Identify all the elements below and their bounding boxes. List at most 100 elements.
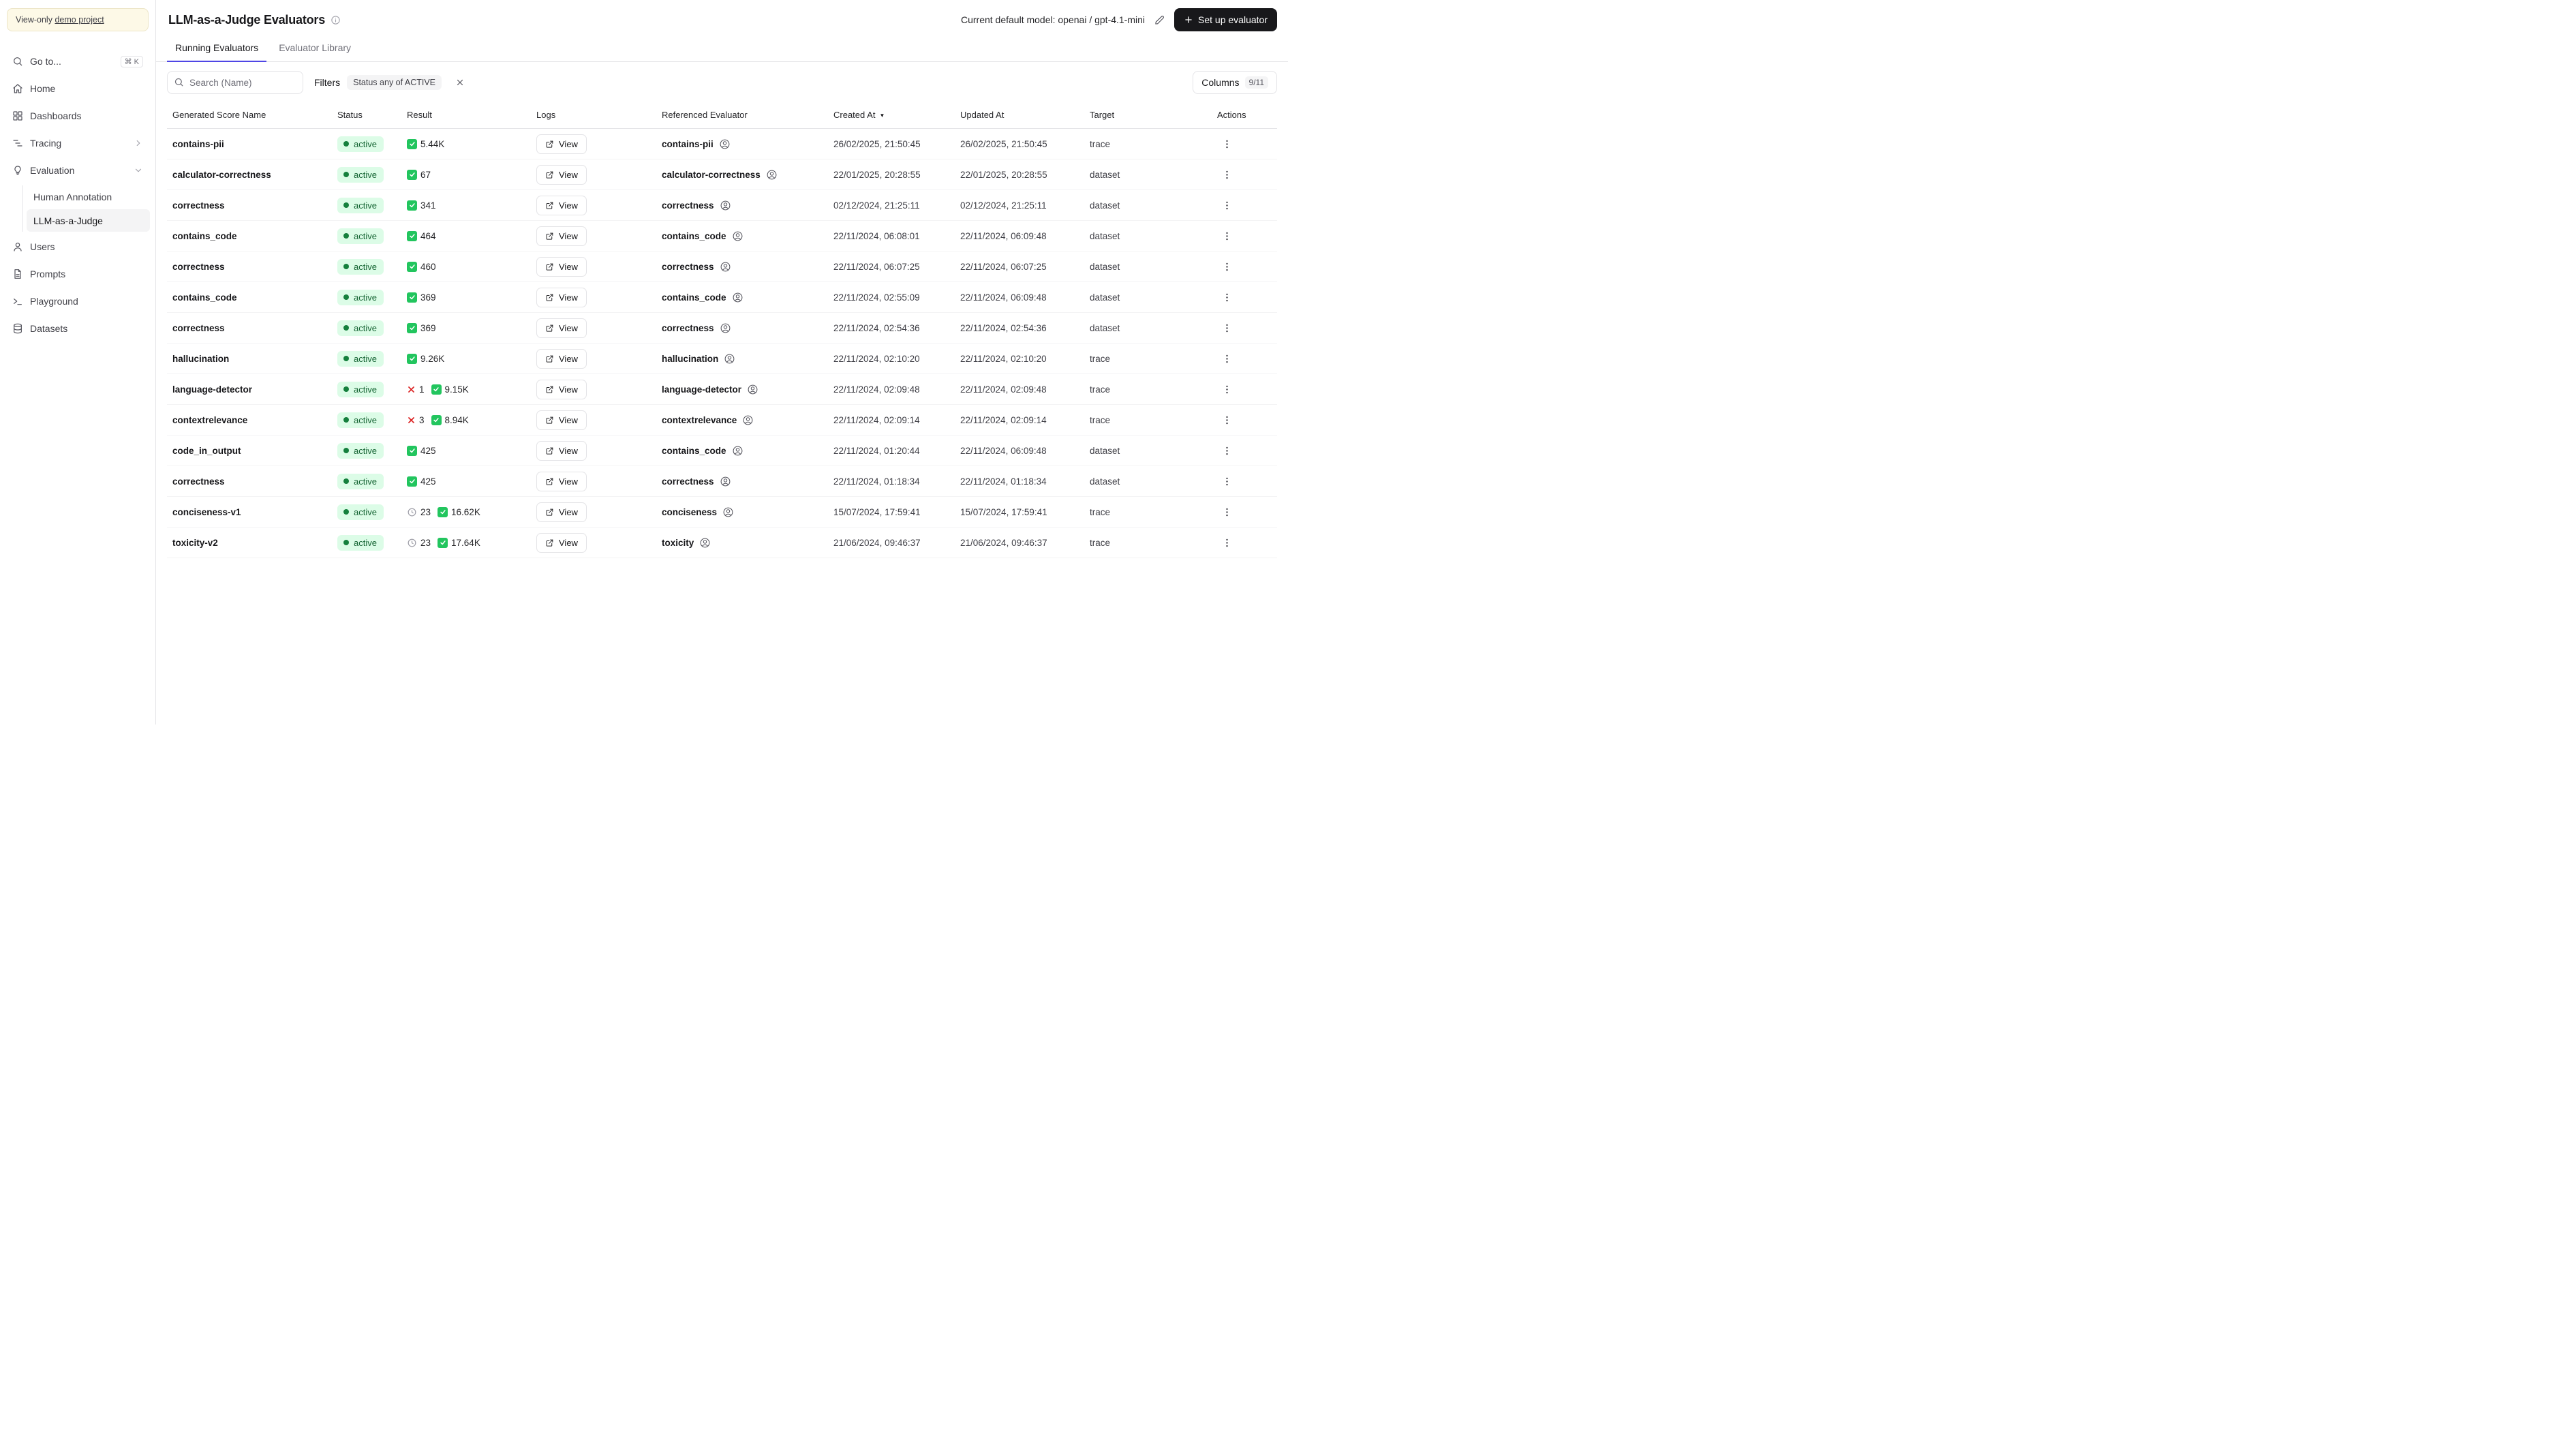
col-logs[interactable]: Logs — [531, 103, 656, 129]
row-actions-button[interactable] — [1217, 504, 1237, 521]
sidebar-item-tracing[interactable]: Tracing — [5, 131, 150, 155]
pass-check-icon — [407, 292, 417, 303]
table-row[interactable]: hallucination active 9.26K View hallucinatio… — [167, 343, 1277, 374]
view-logs-button[interactable]: View — [536, 287, 587, 307]
updated-at: 26/02/2025, 21:50:45 — [955, 128, 1084, 159]
table-row[interactable]: correctness active 369 View correctness 22/11… — [167, 312, 1277, 344]
col-referenced-evaluator[interactable]: Referenced Evaluator — [656, 103, 828, 129]
sidebar-item-datasets[interactable]: Datasets — [5, 316, 150, 341]
referenced-evaluator[interactable]: calculator-correctness — [662, 169, 778, 181]
result-cell: 341 — [407, 200, 525, 211]
table-row[interactable]: correctness active 460 View correctness 22/11… — [167, 251, 1277, 282]
referenced-evaluator[interactable]: contains-pii — [662, 138, 731, 150]
table-row[interactable]: contextrelevance active 3 8.94K View contextr… — [167, 404, 1277, 436]
referenced-evaluator[interactable]: correctness — [662, 200, 731, 211]
referenced-evaluator[interactable]: contextrelevance — [662, 414, 754, 426]
tab-evaluator-library[interactable]: Evaluator Library — [271, 37, 359, 62]
row-actions-button[interactable] — [1217, 228, 1237, 245]
status-dot — [343, 448, 349, 453]
referenced-evaluator[interactable]: contains_code — [662, 292, 743, 303]
created-at: 22/11/2024, 01:18:34 — [828, 466, 955, 497]
referenced-evaluator[interactable]: correctness — [662, 322, 731, 334]
referenced-evaluator[interactable]: language-detector — [662, 384, 758, 395]
table-row[interactable]: contains_code active 464 View contains_code 2… — [167, 220, 1277, 251]
view-logs-button[interactable]: View — [536, 164, 587, 185]
filters-button[interactable]: Filters Status any of ACTIVE — [313, 72, 443, 93]
view-logs-button[interactable]: View — [536, 532, 587, 553]
view-logs-button[interactable]: View — [536, 348, 587, 369]
table-row[interactable]: calculator-correctness active 67 View calcul… — [167, 159, 1277, 190]
referenced-evaluator[interactable]: correctness — [662, 261, 731, 273]
row-actions-button[interactable] — [1217, 136, 1237, 153]
view-logs-button[interactable]: View — [536, 318, 587, 338]
goto-search-button[interactable]: Go to... ⌘ K — [5, 49, 150, 74]
status-dot — [343, 141, 349, 147]
row-actions-button[interactable] — [1217, 412, 1237, 429]
edit-model-button[interactable] — [1152, 12, 1167, 28]
referenced-evaluator[interactable]: hallucination — [662, 353, 735, 365]
sidebar-item-evaluation[interactable]: Evaluation — [5, 158, 150, 183]
view-logs-button[interactable]: View — [536, 256, 587, 277]
col-target[interactable]: Target — [1084, 103, 1212, 129]
table-row[interactable]: contains-pii active 5.44K View contains-pii 2… — [167, 128, 1277, 159]
external-link-icon — [546, 202, 553, 209]
user-icon — [14, 243, 22, 251]
referenced-evaluator[interactable]: toxicity — [662, 537, 711, 549]
filter-chip: Status any of ACTIVE — [347, 75, 442, 90]
referenced-evaluator[interactable]: contains_code — [662, 230, 743, 242]
sidebar-item-playground[interactable]: Playground — [5, 289, 150, 314]
row-actions-button[interactable] — [1217, 473, 1237, 490]
referenced-evaluator[interactable]: conciseness — [662, 506, 734, 518]
table-row[interactable]: language-detector active 1 9.15K View languag… — [167, 373, 1277, 405]
col-generated-score-name[interactable]: Generated Score Name — [167, 103, 332, 129]
tab-running-evaluators[interactable]: Running Evaluators — [167, 37, 267, 62]
table-row[interactable]: code_in_output active 425 View contains_code… — [167, 435, 1277, 466]
row-actions-button[interactable] — [1217, 320, 1237, 337]
view-logs-button[interactable]: View — [536, 502, 587, 522]
row-actions-button[interactable] — [1217, 258, 1237, 275]
row-actions-button[interactable] — [1217, 289, 1237, 306]
row-actions-button[interactable] — [1217, 197, 1237, 214]
clear-filters-button[interactable] — [453, 75, 467, 90]
info-icon[interactable] — [331, 15, 341, 25]
target: dataset — [1084, 251, 1212, 282]
row-actions-button[interactable] — [1217, 534, 1237, 551]
col-result[interactable]: Result — [401, 103, 531, 129]
row-actions-button[interactable] — [1217, 166, 1237, 183]
table-row[interactable]: correctness active 425 View correctness 22/11… — [167, 466, 1277, 497]
view-logs-button[interactable]: View — [536, 195, 587, 215]
view-logs-button[interactable]: View — [536, 226, 587, 246]
view-logs-button[interactable]: View — [536, 440, 587, 461]
columns-button[interactable]: Columns 9/11 — [1193, 71, 1277, 94]
col-status[interactable]: Status — [332, 103, 401, 129]
table-row[interactable]: correctness active 341 View correctness 02/12… — [167, 189, 1277, 221]
referenced-evaluator[interactable]: correctness — [662, 476, 731, 487]
sidebar-item-users[interactable]: Users — [5, 234, 150, 259]
search-icon — [14, 57, 22, 66]
row-actions-button[interactable] — [1217, 350, 1237, 367]
table-row[interactable]: contains_code active 369 View contains_code 2… — [167, 281, 1277, 313]
sidebar-item-llm-as-a-judge[interactable]: LLM-as-a-Judge — [27, 209, 150, 232]
sidebar-item-human-annotation[interactable]: Human Annotation — [27, 185, 150, 208]
col-updated-at[interactable]: Updated At — [955, 103, 1084, 129]
sidebar-item-home[interactable]: Home — [5, 76, 150, 101]
sidebar-item-prompts[interactable]: Prompts — [5, 262, 150, 286]
table-row[interactable]: conciseness-v1 active 23 16.62K View concisen… — [167, 496, 1277, 528]
row-actions-button[interactable] — [1217, 442, 1237, 459]
search-input[interactable] — [167, 71, 303, 94]
sidebar-item-dashboards[interactable]: Dashboards — [5, 104, 150, 128]
target: dataset — [1084, 189, 1212, 221]
view-logs-button[interactable]: View — [536, 471, 587, 491]
table-row[interactable]: toxicity-v2 active 23 17.64K View toxicity 21/… — [167, 527, 1277, 558]
view-logs-button[interactable]: View — [536, 379, 587, 399]
updated-at: 22/01/2025, 20:28:55 — [955, 159, 1084, 190]
status-badge: active — [337, 136, 384, 152]
setup-evaluator-button[interactable]: Set up evaluator — [1174, 8, 1277, 31]
referenced-evaluator[interactable]: contains_code — [662, 445, 743, 457]
view-logs-button[interactable]: View — [536, 410, 587, 430]
external-link-icon — [546, 263, 553, 271]
col-created-at[interactable]: Created At ▼ — [828, 103, 955, 129]
demo-project-link[interactable]: demo project — [55, 15, 104, 25]
view-logs-button[interactable]: View — [536, 134, 587, 154]
row-actions-button[interactable] — [1217, 381, 1237, 398]
